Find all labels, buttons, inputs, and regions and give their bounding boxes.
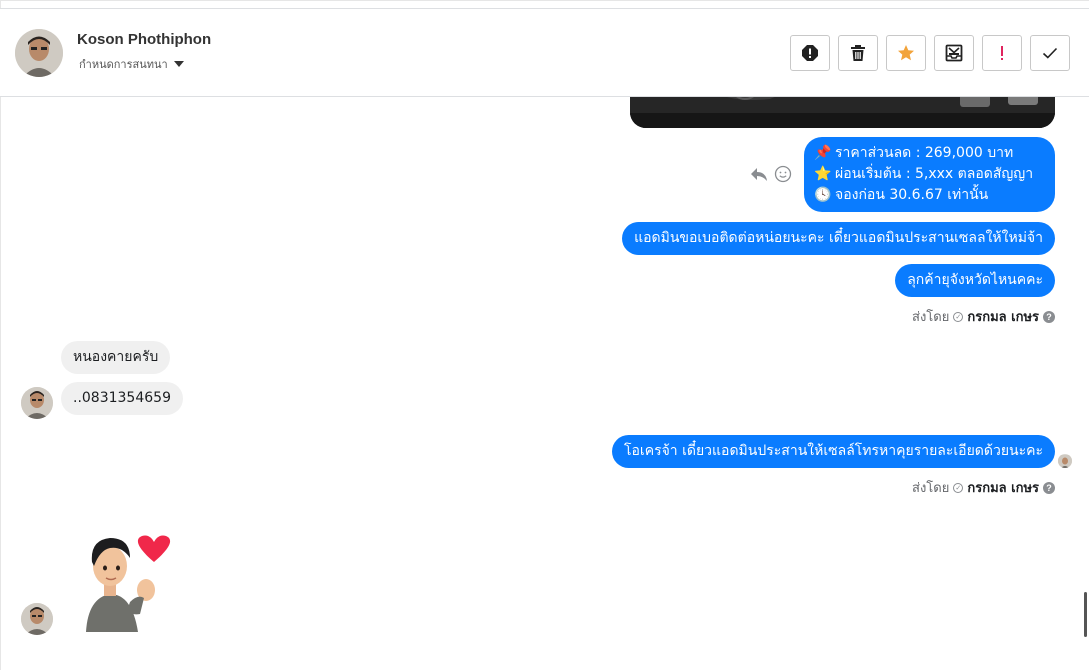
agent-name[interactable]: กรกมล เกษร [967, 306, 1039, 327]
check-icon [1042, 47, 1058, 59]
report-icon [802, 45, 818, 61]
reply-icon[interactable] [750, 166, 768, 182]
star-icon [898, 45, 914, 61]
mark-unread-icon [945, 44, 963, 62]
star-emoji-icon: ⭐ [814, 166, 832, 182]
message-actions [750, 165, 792, 183]
outgoing-message-promo[interactable]: 📌 ราคาส่วนลด : 269,000 บาท ⭐ ผ่อนเริ่มต้น … [804, 137, 1055, 212]
trash-icon [851, 45, 865, 61]
heart-sticker[interactable] [80, 532, 175, 632]
delete-button[interactable] [838, 35, 878, 71]
car-photo-attachment[interactable] [630, 97, 1055, 128]
outgoing-message[interactable]: แอดมินขอเบอติดต่อหน่อยนะคะ เดี๋ยวแอดมินป… [622, 222, 1055, 255]
mark-done-button[interactable] [1030, 35, 1070, 71]
assign-label: กำหนดการสนทนา [79, 58, 168, 71]
help-icon[interactable]: ? [1043, 481, 1055, 494]
sent-by-info: ส่งโดย ✓ กรกมล เกษร ? [912, 306, 1055, 327]
star-button[interactable] [886, 35, 926, 71]
pushpin-icon: 📌 [814, 145, 832, 161]
contact-avatar-small[interactable] [21, 387, 53, 419]
conversation-toolbar [790, 35, 1070, 71]
smiley-icon[interactable] [774, 165, 792, 183]
seen-avatar [1058, 454, 1072, 468]
message-thread[interactable]: 📌 ราคาส่วนลด : 269,000 บาท ⭐ ผ่อนเริ่มต้น … [0, 97, 1089, 670]
assign-conversation-dropdown[interactable]: กำหนดการสนทนา [79, 55, 184, 73]
conversation-header: Koson Phothiphon กำหนดการสนทนา [0, 8, 1089, 97]
thread-scrollbar[interactable] [1084, 592, 1087, 637]
incoming-message[interactable]: ..0831354659 [61, 382, 183, 415]
sent-by-prefix: ส่งโดย [912, 310, 950, 325]
important-button[interactable] [982, 35, 1022, 71]
agent-name[interactable]: กรกมล เกษร [967, 477, 1039, 498]
incoming-message[interactable]: หนองคายครับ [61, 341, 171, 374]
important-icon [1001, 46, 1003, 60]
clock-icon: 🕓 [814, 187, 832, 203]
contact-avatar-small[interactable] [21, 603, 53, 635]
agent-status-icon: ✓ [953, 311, 964, 322]
outgoing-message[interactable]: โอเครจ้า เดี๋ยวแอดมินประสานให้เซลล์โทรหา… [611, 435, 1055, 468]
promo-line-price: 📌 ราคาส่วนลด : 269,000 บาท [814, 143, 1045, 164]
caret-down-icon [173, 61, 184, 67]
report-button[interactable] [790, 35, 830, 71]
agent-status-icon: ✓ [953, 482, 964, 493]
help-icon[interactable]: ? [1043, 310, 1055, 323]
sent-by-info: ส่งโดย ✓ กรกมล เกษร ? [912, 477, 1055, 498]
mark-unread-button[interactable] [934, 35, 974, 71]
outgoing-message[interactable]: ลุกค้ายุจังหวัดไหนคคะ [895, 264, 1055, 297]
contact-name[interactable]: Koson Phothiphon [77, 31, 211, 48]
promo-line-installment: ⭐ ผ่อนเริ่มต้น : 5,xxx ตลอดสัญญา [814, 164, 1045, 185]
contact-avatar[interactable] [15, 29, 63, 77]
sent-by-prefix: ส่งโดย [912, 481, 950, 496]
promo-line-deadline: 🕓 จองก่อน 30.6.67 เท่านั้น [814, 185, 1045, 206]
